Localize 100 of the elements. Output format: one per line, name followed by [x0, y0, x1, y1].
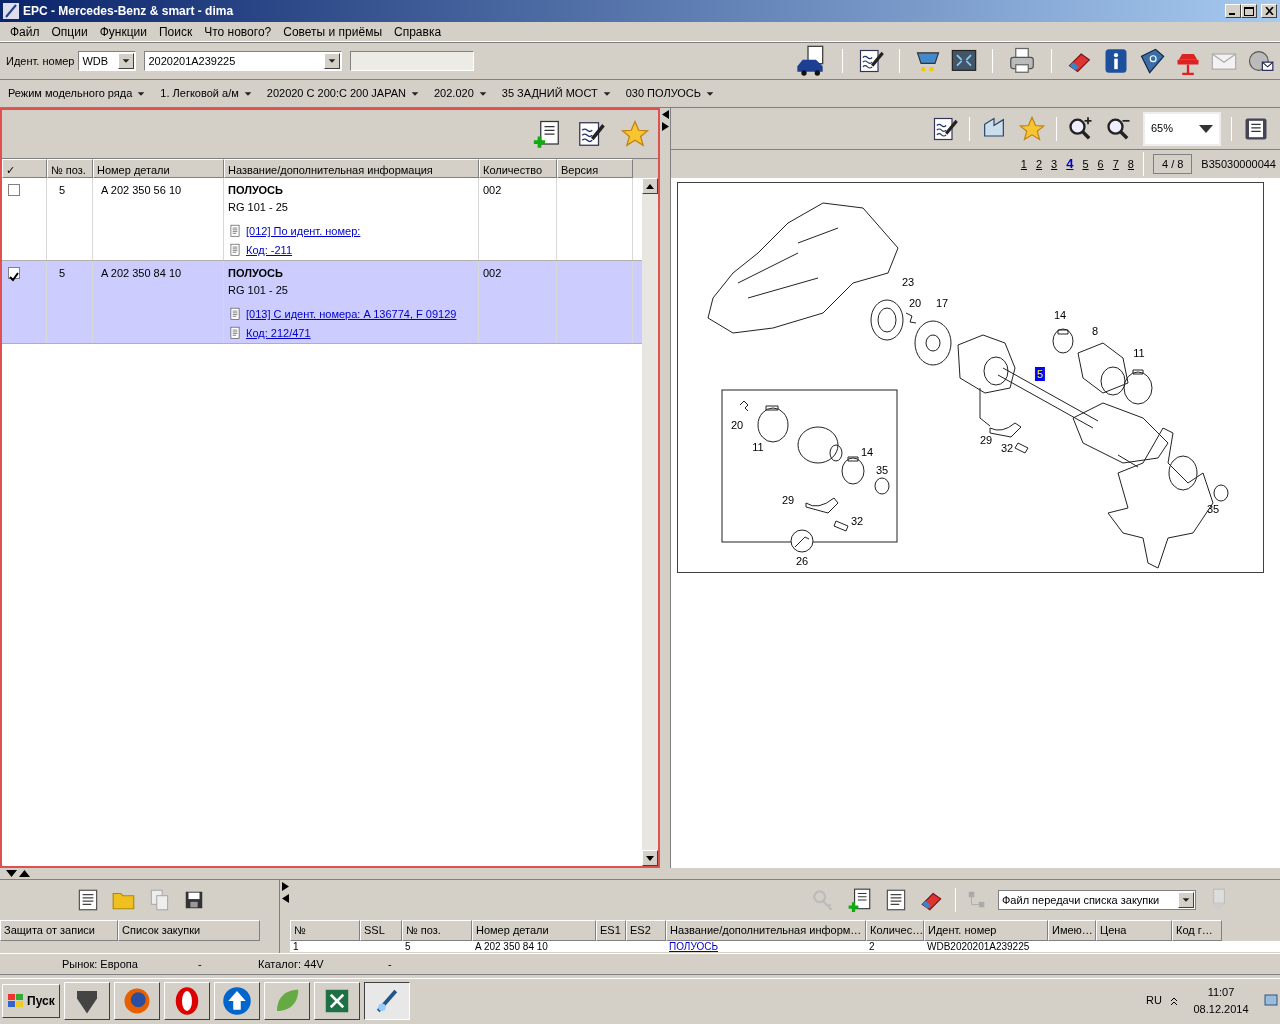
taskbar-app-button[interactable]	[363, 981, 410, 1020]
part-name-link[interactable]: ПОЛУОСЬ	[669, 940, 718, 952]
page-link[interactable]: 7	[1112, 155, 1119, 173]
print-button[interactable]	[1007, 46, 1037, 76]
callout-number[interactable]: 23	[900, 276, 916, 288]
callout-number[interactable]: 5	[1035, 368, 1045, 380]
callout-number[interactable]: 20	[907, 297, 923, 309]
transfer-file-dropdown[interactable]: Файл передачи списка закупки	[998, 890, 1196, 910]
column-header[interactable]: Имею…	[1048, 920, 1096, 941]
notes-button[interactable]	[857, 47, 885, 75]
page-link[interactable]: 5	[1082, 155, 1089, 173]
menu-item[interactable]: Поиск	[152, 22, 199, 41]
breadcrumb-dropdown[interactable]: 1. Легковой а/м	[160, 85, 253, 102]
column-header[interactable]: Версия	[557, 159, 633, 178]
breadcrumb-dropdown[interactable]: 202.020	[434, 85, 488, 102]
prefix-dropdown[interactable]: WDB	[78, 51, 137, 71]
collapse-arrows-icon[interactable]	[6, 870, 30, 877]
collapse-arrows-icon[interactable]	[661, 110, 669, 132]
column-header[interactable]: Номер детали	[93, 159, 224, 178]
notes-button[interactable]	[576, 119, 606, 149]
column-header[interactable]: Номер детали	[472, 920, 596, 941]
column-header[interactable]: ES1	[596, 920, 626, 941]
callout-number[interactable]: 20	[729, 419, 745, 431]
column-header[interactable]: ✓	[2, 159, 47, 178]
language-indicator[interactable]: RU	[1146, 992, 1162, 1009]
app-icon	[3, 3, 19, 19]
callout-number[interactable]: 35	[1205, 503, 1221, 515]
clock-time: 11:07	[1206, 985, 1236, 1000]
start-button[interactable]: Пуск	[2, 983, 60, 1018]
menu-item[interactable]: Советы и приёмы	[277, 22, 388, 41]
callout-number[interactable]: 11	[1132, 347, 1146, 359]
callout-number[interactable]: 26	[794, 555, 810, 567]
caret-icon	[1199, 124, 1213, 133]
zoom-dropdown[interactable]: 65%	[1143, 111, 1221, 146]
column-header[interactable]: №	[290, 920, 360, 941]
callout-number[interactable]: 8	[1090, 325, 1100, 337]
note-icon	[228, 224, 242, 239]
scroll-up-button[interactable]	[642, 178, 658, 194]
column-header[interactable]: ES2	[626, 920, 666, 941]
column-header[interactable]: Количес…	[866, 920, 924, 941]
status-text: -	[388, 957, 392, 970]
callout-number[interactable]: 35	[874, 464, 890, 476]
menu-item[interactable]: Функции	[93, 22, 153, 41]
callout-number[interactable]: 32	[849, 515, 865, 527]
page-link[interactable]: 6	[1097, 155, 1104, 173]
breadcrumb-dropdown[interactable]: 35 ЗАДНИЙ МОСТ	[501, 85, 612, 102]
column-header[interactable]: № поз.	[47, 159, 93, 178]
note-link[interactable]: Код: 212/471	[246, 324, 311, 341]
callout-number[interactable]: 14	[859, 446, 875, 458]
help-book-button[interactable]	[1138, 47, 1166, 75]
page-link[interactable]: 2	[1035, 155, 1043, 173]
menu-item[interactable]: Опции	[45, 22, 94, 41]
parts-row[interactable]: 5 A 202 350 84 10 ПОЛУОСЬ RG 101 - 25 [013] С идент. номера: A 136774, F 09129 Код: 212/471 002	[2, 261, 642, 344]
breadcrumb-dropdown[interactable]: Режим модельного ряда	[8, 85, 147, 102]
table-cell: 1	[293, 940, 299, 952]
column-header[interactable]: Список закупки	[118, 920, 260, 941]
column-header[interactable]: Цена	[1096, 920, 1172, 941]
add-item-button[interactable]	[847, 887, 873, 913]
callout-number[interactable]: 29	[978, 434, 994, 446]
add-to-list-button[interactable]	[532, 119, 562, 149]
page-link[interactable]: 1	[1020, 155, 1027, 173]
callout-number[interactable]: 29	[780, 494, 796, 506]
image-id: B35030000044	[1201, 156, 1276, 172]
note-link[interactable]: [012] По идент. номер:	[246, 223, 361, 240]
column-header[interactable]: Идент. номер	[924, 920, 1048, 941]
page-link[interactable]: 3	[1051, 155, 1058, 173]
page-link[interactable]: 8	[1127, 155, 1134, 173]
callout-number[interactable]: 14	[1052, 309, 1068, 321]
checkbox[interactable]	[8, 267, 20, 279]
column-header[interactable]: Защита от записи	[0, 920, 118, 941]
ident-number-dropdown[interactable]: 2020201A239225	[144, 51, 343, 71]
note-link[interactable]: [013] С идент. номера: A 136774, F 09129	[246, 306, 457, 323]
menu-item[interactable]: Справка	[388, 22, 448, 41]
column-header[interactable]: Название/дополнительная информ…	[666, 920, 866, 941]
callout-number[interactable]: 17	[934, 297, 950, 309]
chevron-up-icon[interactable]	[1170, 995, 1178, 1006]
column-header[interactable]: Количество	[479, 159, 557, 178]
callout-number[interactable]: 32	[999, 442, 1015, 454]
note-icon	[228, 242, 242, 257]
maximize-button[interactable]	[1241, 4, 1257, 18]
table-cell: 5	[405, 940, 411, 952]
note-link[interactable]: Код: -211	[246, 241, 292, 258]
menu-item[interactable]: Что нового?	[198, 22, 278, 41]
breadcrumb-dropdown[interactable]: 030 ПОЛУОСЬ	[625, 85, 715, 102]
column-header[interactable]: Название/дополнительная информация	[224, 159, 479, 178]
menu-item[interactable]: Файл	[4, 22, 46, 41]
note-icon	[228, 307, 242, 322]
page-link[interactable]: 4	[1066, 154, 1074, 174]
checkbox[interactable]	[8, 184, 20, 196]
part-name: ПОЛУОСЬ	[228, 266, 284, 281]
scroll-down-button[interactable]	[642, 850, 658, 866]
close-button[interactable]	[1261, 4, 1277, 18]
callout-number[interactable]: 11	[751, 441, 765, 453]
column-header[interactable]: Код г…	[1172, 920, 1222, 941]
column-header[interactable]: SSL	[360, 920, 402, 941]
breadcrumb-dropdown[interactable]: 202020 C 200:C 200 JAPAN	[266, 85, 420, 102]
minimize-button[interactable]	[1225, 4, 1241, 18]
column-header[interactable]: № поз.	[402, 920, 472, 941]
purchase-row[interactable]: 1 5 A 202 350 84 10 ПОЛУОСЬ 2 WDB2020201A239225	[290, 940, 1280, 952]
collapse-arrows-icon[interactable]	[281, 882, 289, 904]
